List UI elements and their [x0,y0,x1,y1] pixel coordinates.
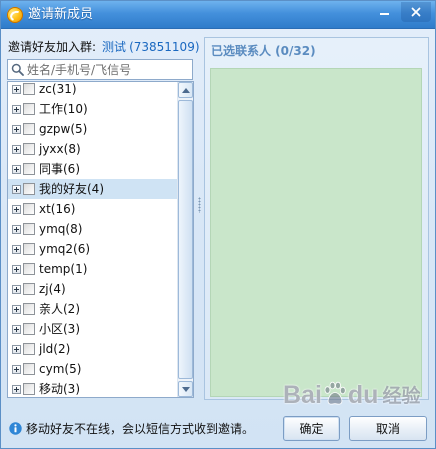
group-checkbox[interactable] [23,263,35,275]
expand-plus-icon[interactable] [12,105,21,114]
info-icon [9,422,22,435]
group-label: gzpw(5) [39,122,88,136]
scrollbar[interactable] [177,82,193,397]
expand-plus-icon[interactable] [12,245,21,254]
tree-row[interactable]: 我的好友(4) [8,179,177,199]
arrow-down-icon [181,386,190,392]
offline-notice: 移动好友不在线，会以短信方式收到邀请。 [26,422,255,436]
minimize-button[interactable] [370,2,398,22]
group-checkbox[interactable] [23,83,35,95]
arrow-up-icon [181,87,190,93]
invite-members-dialog: 邀请新成员 邀请好友加入群: 测试(73851109) zc(31) 工作(10) g… [0,0,436,449]
invite-line: 邀请好友加入群: 测试 (73851109) [8,39,200,55]
tree-row[interactable]: 同事(6) [8,159,177,179]
search-box[interactable] [7,59,193,80]
group-label: cym(5) [39,362,82,376]
tree-row[interactable]: 工作(10) [8,99,177,119]
tree-row[interactable]: ymq(8) [8,219,177,239]
group-label: temp(1) [39,262,88,276]
expand-plus-icon[interactable] [12,285,21,294]
scroll-up-button[interactable] [178,82,193,98]
selected-contacts-title: 已选联系人 (0/32) [211,44,316,58]
group-label: 移动(3) [39,382,80,396]
tree-row[interactable]: gzpw(5) [8,119,177,139]
expand-plus-icon[interactable] [12,265,21,274]
group-id: (73851109) [129,40,200,54]
close-icon [411,7,421,17]
window-title: 邀请新成员 [28,7,94,22]
tree-row[interactable]: cym(5) [8,359,177,379]
tree-row[interactable]: zc(31) [8,82,177,99]
group-checkbox[interactable] [23,303,35,315]
group-label: 亲人(2) [39,302,80,316]
group-checkbox[interactable] [23,123,35,135]
tree-row[interactable]: jyxx(8) [8,139,177,159]
selected-contacts-list[interactable] [210,68,422,397]
invite-label: 邀请好友加入群: [8,40,97,54]
expand-plus-icon[interactable] [12,365,21,374]
group-checkbox[interactable] [23,203,35,215]
group-label: zc(31) [39,82,77,96]
cancel-button[interactable]: 取消 [349,416,427,441]
expand-plus-icon[interactable] [12,125,21,134]
group-checkbox[interactable] [23,343,35,355]
expand-plus-icon[interactable] [12,345,21,354]
scroll-down-button[interactable] [178,381,193,397]
fetion-logo-icon [7,7,23,23]
expand-plus-icon[interactable] [12,385,21,394]
minimize-icon [379,13,389,15]
group-tree[interactable]: zc(31) 工作(10) gzpw(5) jyxx(8) 同事(6) 我的好友(4) xt… [7,81,194,398]
group-label: 我的好友(4) [39,182,104,196]
expand-plus-icon[interactable] [12,145,21,154]
group-checkbox[interactable] [23,283,35,295]
expand-plus-icon[interactable] [12,305,21,314]
expand-plus-icon[interactable] [12,165,21,174]
group-label: 同事(6) [39,162,80,176]
group-label: ymq(8) [39,222,83,236]
group-tree-rows: zc(31) 工作(10) gzpw(5) jyxx(8) 同事(6) 我的好友(4) xt… [8,82,177,397]
tree-row[interactable]: 亲人(2) [8,299,177,319]
group-name: 测试 [102,40,127,54]
title-bar[interactable]: 邀请新成员 [1,1,435,29]
selected-contacts-panel: 已选联系人 (0/32) [204,37,429,400]
expand-plus-icon[interactable] [12,205,21,214]
search-icon [11,63,24,76]
group-checkbox[interactable] [23,143,35,155]
group-checkbox[interactable] [23,363,35,375]
group-label: jld(2) [39,342,71,356]
group-label: ymq2(6) [39,242,91,256]
tree-row[interactable]: 移动(3) [8,379,177,397]
group-label: 小区(3) [39,322,80,336]
tree-row[interactable]: 小区(3) [8,319,177,339]
close-button[interactable] [401,2,431,22]
group-label: 工作(10) [39,102,88,116]
expand-plus-icon[interactable] [12,185,21,194]
ok-button[interactable]: 确定 [283,416,340,441]
tree-row[interactable]: zj(4) [8,279,177,299]
group-label: zj(4) [39,282,66,296]
search-input[interactable] [27,61,187,78]
scroll-thumb[interactable] [178,100,193,379]
splitter-grip[interactable] [198,197,201,213]
group-label: xt(16) [39,202,76,216]
expand-plus-icon[interactable] [12,325,21,334]
group-checkbox[interactable] [23,323,35,335]
group-checkbox[interactable] [23,163,35,175]
tree-row[interactable]: jld(2) [8,339,177,359]
group-checkbox[interactable] [23,383,35,395]
group-checkbox[interactable] [23,223,35,235]
group-checkbox[interactable] [23,103,35,115]
expand-plus-icon[interactable] [12,225,21,234]
tree-row[interactable]: ymq2(6) [8,239,177,259]
tree-row[interactable]: temp(1) [8,259,177,279]
group-label: jyxx(8) [39,142,81,156]
expand-plus-icon[interactable] [12,85,21,94]
group-checkbox[interactable] [23,183,35,195]
tree-row[interactable]: xt(16) [8,199,177,219]
group-checkbox[interactable] [23,243,35,255]
